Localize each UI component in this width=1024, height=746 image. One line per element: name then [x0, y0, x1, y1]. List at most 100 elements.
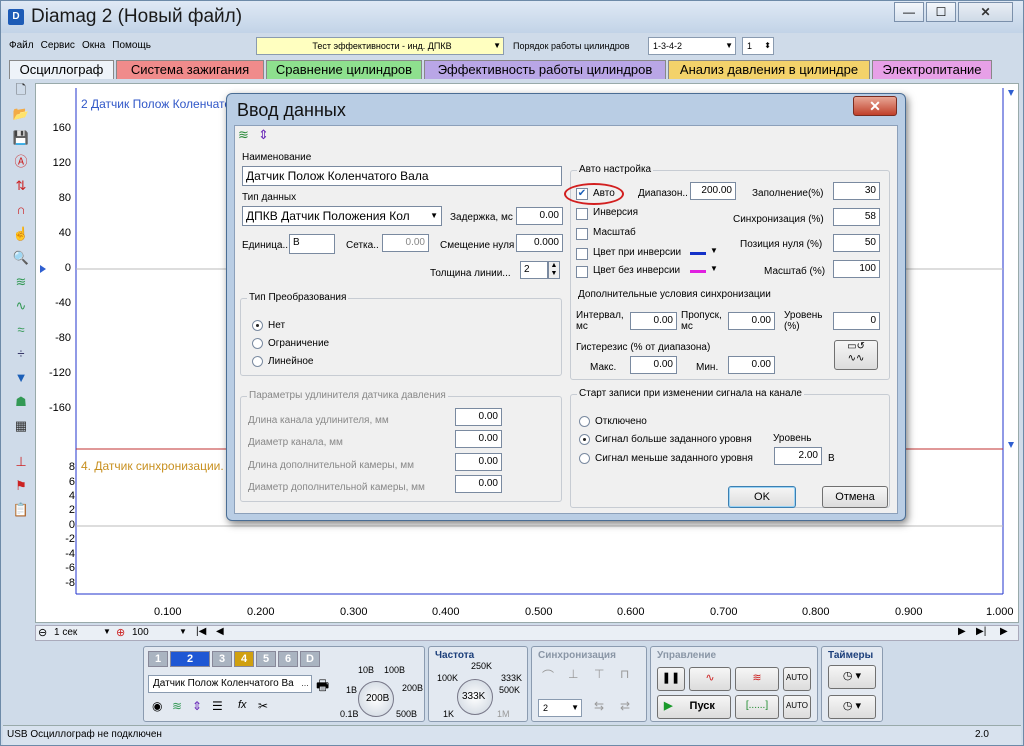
range-input[interactable]: 200.00 — [690, 182, 736, 200]
delay-input[interactable]: 0.00 — [516, 207, 563, 225]
scroll-start-icon[interactable]: |◀ — [196, 626, 206, 637]
menu-windows[interactable]: Окна — [82, 40, 105, 51]
arrows-out-icon[interactable]: ⇆ — [594, 699, 604, 713]
cylinder-spin[interactable]: 1 ⬍ — [742, 37, 774, 55]
chamber-length-input[interactable]: 0.00 — [455, 453, 502, 471]
new-file-icon[interactable]: 🗋 — [12, 81, 30, 99]
channel-tab-3[interactable]: 3 — [212, 651, 232, 667]
zoom-in-icon[interactable]: ⊕ — [116, 626, 125, 639]
marker-icon[interactable]: ⊥ — [12, 453, 30, 471]
unit-input[interactable]: В — [289, 234, 335, 254]
scroll-right-small-icon[interactable]: ▶ — [1000, 626, 1008, 637]
level-input[interactable]: 0 — [833, 312, 880, 330]
menu-file[interactable]: Файл — [9, 40, 34, 51]
tab-pressure[interactable]: Анализ давления в цилиндре — [668, 60, 870, 79]
save-icon[interactable]: 💾 — [12, 129, 30, 147]
waves-icon[interactable]: ≋ — [172, 699, 182, 713]
dialog-close-button[interactable]: ✕ — [853, 96, 897, 116]
eye-icon[interactable]: ◉ — [152, 699, 162, 713]
max-input[interactable]: 0.00 — [630, 356, 677, 374]
zoom-value[interactable]: 100 — [132, 627, 149, 638]
inversion-checkbox[interactable] — [576, 208, 588, 220]
table-icon[interactable]: ▦ — [12, 417, 30, 435]
channel-tab-6[interactable]: 6 — [278, 651, 298, 667]
rise-edge-icon[interactable]: ⌒ — [542, 667, 554, 684]
test-select[interactable]: Тест эффективности - инд. ДПКВ ▼ — [256, 37, 504, 55]
spectrum-icon[interactable]: ≈ — [12, 321, 30, 339]
start-button[interactable]: ▶ Пуск — [657, 695, 731, 719]
time-scale-value[interactable]: 1 сек — [54, 627, 77, 638]
sync-select[interactable]: 2 ▼ — [538, 699, 582, 717]
minimize-button[interactable]: — — [894, 2, 924, 22]
conversion-none-radio[interactable] — [252, 320, 263, 331]
chevron-down-icon[interactable]: ▼ — [103, 627, 111, 636]
conversion-linear-radio[interactable] — [252, 356, 263, 367]
sine-button[interactable]: ∿ — [689, 667, 731, 691]
channel-tab-4[interactable]: 4 — [234, 651, 254, 667]
grid-input[interactable]: 0.00 — [382, 234, 429, 252]
cursor-icon[interactable]: ⇅ — [12, 177, 30, 195]
extender-diameter-input[interactable]: 0.00 — [455, 430, 502, 448]
sync-percent-input[interactable]: 58 — [833, 208, 880, 226]
start-level-input[interactable]: 2.00 — [774, 447, 822, 465]
channel-name-field[interactable]: Датчик Полож Коленчатого Ва… — [148, 675, 312, 693]
line-width-input[interactable]: 2 — [520, 261, 548, 279]
hand-icon[interactable]: ☝ — [12, 225, 30, 243]
scroll-end-icon[interactable]: ▶| — [976, 626, 986, 637]
timer-2-button[interactable]: ◷ ▾ — [828, 695, 876, 719]
fill-input[interactable]: 30 — [833, 182, 880, 200]
start-above-radio[interactable] — [579, 434, 590, 445]
tab-cylinder-compare[interactable]: Сравнение цилиндров — [266, 60, 422, 79]
updown-icon[interactable]: ⇕ — [192, 699, 202, 713]
color-noinversion-swatch[interactable] — [690, 270, 706, 273]
conversion-limit-radio[interactable] — [252, 338, 263, 349]
scroll-left-icon[interactable]: ◀ — [216, 626, 224, 637]
flag-icon[interactable]: ⚑ — [12, 477, 30, 495]
filter-icon[interactable]: ▼ — [12, 369, 30, 387]
spin-arrows-icon[interactable]: ▲ ▼ — [548, 261, 560, 279]
chevron-down-icon[interactable]: ▼ — [710, 264, 718, 273]
start-disabled-radio[interactable] — [579, 416, 590, 427]
clipboard-icon[interactable]: 📋 — [12, 501, 30, 519]
step-up-icon[interactable]: ⊥ — [568, 667, 578, 681]
pulse-icon[interactable]: ⊓ — [620, 667, 629, 681]
chevron-down-icon[interactable]: ▼ — [179, 627, 187, 636]
open-folder-icon[interactable]: 📂 — [12, 105, 30, 123]
timer-1-button[interactable]: ◷ ▾ — [828, 665, 876, 689]
auto-button[interactable]: AUTO — [783, 667, 811, 691]
start-below-radio[interactable] — [579, 453, 590, 464]
scale-percent-input[interactable]: 100 — [833, 260, 880, 278]
chamber-diameter-input[interactable]: 0.00 — [455, 475, 502, 493]
chevron-down-icon[interactable]: ▼ — [710, 246, 718, 255]
arrows-in-icon[interactable]: ⇄ — [620, 699, 630, 713]
zero-position-input[interactable]: 50 — [833, 234, 880, 252]
ok-button[interactable]: OK — [728, 486, 796, 508]
auto-step-button[interactable]: AUTO — [783, 695, 811, 719]
bracket-button[interactable]: [......] — [735, 695, 779, 719]
extender-length-input[interactable]: 0.00 — [455, 408, 502, 426]
interval-input[interactable]: 0.00 — [630, 312, 677, 330]
type-select[interactable]: ДПКВ Датчик Положения Кол ▼ — [242, 206, 442, 226]
waves-icon[interactable]: ≋ — [238, 127, 249, 143]
scroll-right-icon[interactable]: ▶ — [958, 626, 966, 637]
color-inversion-checkbox[interactable] — [576, 248, 588, 260]
menu-service[interactable]: Сервис — [41, 40, 75, 51]
channel-tab-2[interactable]: 2 — [170, 651, 210, 667]
tab-efficiency[interactable]: Эффективность работы цилиндров — [424, 60, 666, 79]
step-down-icon[interactable]: ⊤ — [594, 667, 604, 681]
channel-tab-d[interactable]: D — [300, 651, 320, 667]
tab-ignition[interactable]: Система зажигания — [116, 60, 264, 79]
multi-wave-button[interactable]: ≋ — [735, 667, 779, 691]
min-input[interactable]: 0.00 — [728, 356, 775, 374]
robot-icon[interactable]: ☗ — [12, 393, 30, 411]
scale-checkbox[interactable] — [576, 228, 588, 240]
print-icon[interactable]: 🖶 — [316, 675, 329, 699]
tab-power[interactable]: Электропитание — [872, 60, 992, 79]
zero-shift-input[interactable]: 0.000 — [516, 234, 563, 252]
name-input[interactable]: Датчик Полож Коленчатого Вала — [242, 166, 562, 186]
maximize-button[interactable]: ☐ — [926, 2, 956, 22]
auto-sync-button[interactable]: ▭↺ ∿∿ — [834, 340, 878, 370]
divide-icon[interactable]: ÷ — [12, 345, 30, 363]
updown-icon[interactable]: ⇕ — [258, 127, 269, 143]
skip-input[interactable]: 0.00 — [728, 312, 775, 330]
